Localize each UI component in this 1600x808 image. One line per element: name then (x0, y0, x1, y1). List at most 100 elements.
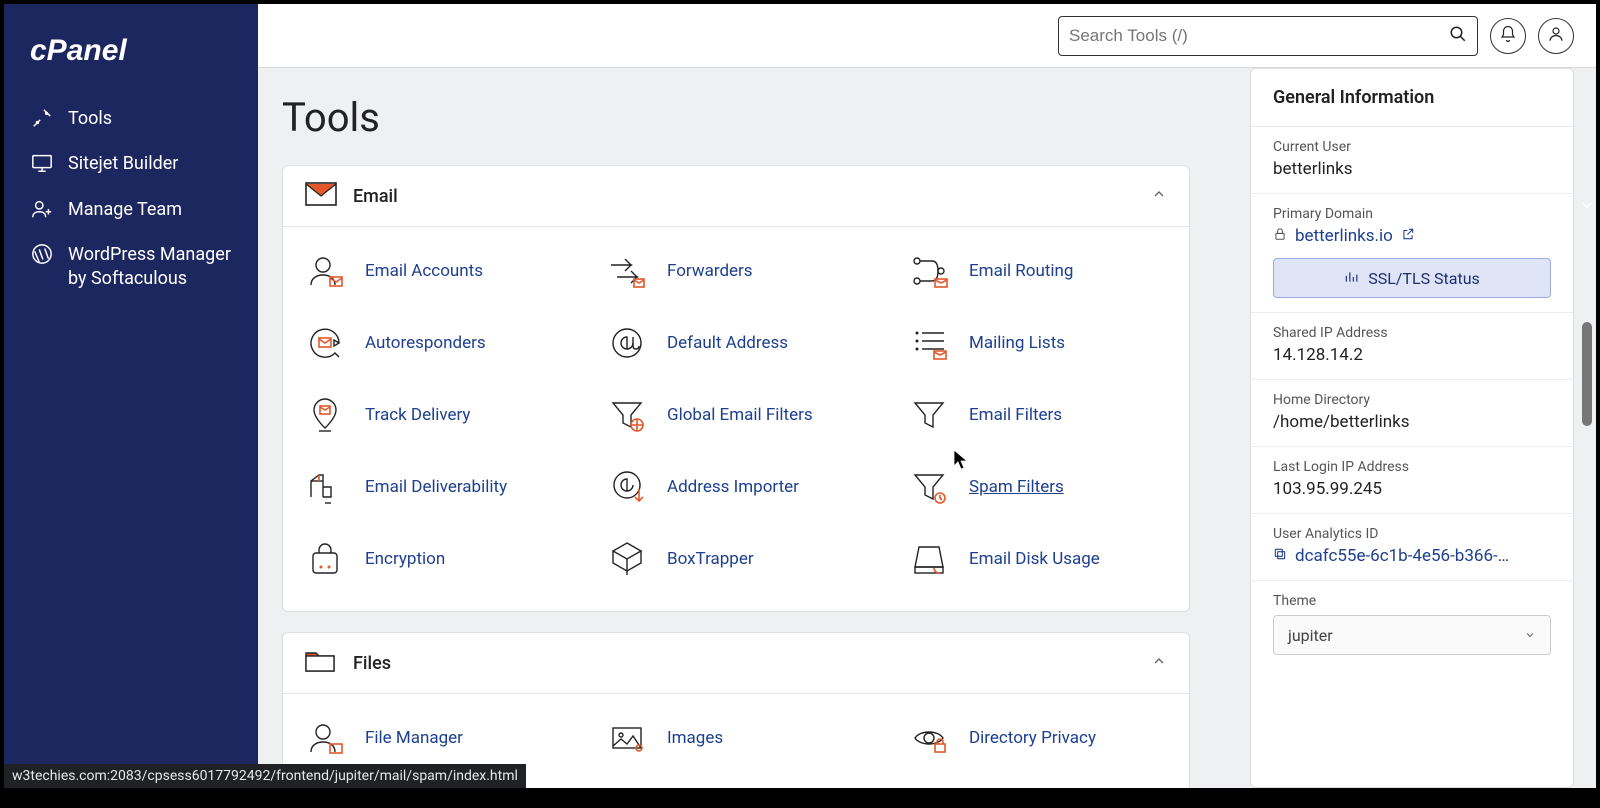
sidebar-item-label: Sitejet Builder (68, 151, 178, 176)
tool-ftp-accounts[interactable]: FTP Accounts (887, 774, 1189, 788)
current-user-label: Current User (1273, 139, 1551, 155)
tool-label: Forwarders (667, 261, 753, 281)
search-input[interactable] (1069, 26, 1441, 46)
mouse-cursor (954, 450, 968, 470)
group-header[interactable]: Files (283, 633, 1189, 694)
chevron-up-icon (1151, 186, 1167, 206)
sidebar-item-label: WordPress Manager by Softaculous (68, 242, 234, 292)
group-title: Files (353, 653, 391, 674)
wordpress-icon (30, 242, 54, 266)
encryption-icon (303, 537, 347, 581)
topbar (258, 4, 1596, 68)
tool-label: BoxTrapper (667, 549, 754, 569)
filters-icon (907, 393, 951, 437)
last-login-label: Last Login IP Address (1273, 459, 1551, 475)
theme-select[interactable]: jupiter (1273, 615, 1551, 655)
email-accounts-icon (303, 249, 347, 293)
default-address-icon (605, 321, 649, 365)
account-button[interactable] (1538, 18, 1574, 54)
boxtrapper-icon (605, 537, 649, 581)
info-heading: General Information (1251, 69, 1573, 127)
tool-label: Encryption (365, 549, 445, 569)
info-panel: General Information Current User betterl… (1250, 68, 1574, 788)
group-header[interactable]: Email (283, 166, 1189, 227)
sidebar-item-sitejet[interactable]: Sitejet Builder (4, 141, 258, 186)
tool-label: Email Filters (969, 405, 1062, 425)
page-title: Tools (282, 76, 1240, 165)
tool-global-email-filters[interactable]: Global Email Filters (585, 379, 887, 451)
routing-icon (907, 249, 951, 293)
bars-icon (1344, 269, 1358, 288)
track-delivery-icon (303, 393, 347, 437)
tool-label: Track Delivery (365, 405, 470, 425)
sidebar-item-tools[interactable]: Tools (4, 96, 258, 141)
deliverability-icon (303, 465, 347, 509)
tool-email-routing[interactable]: Email Routing (887, 235, 1189, 307)
folder-icon (305, 649, 337, 677)
last-login-value: 103.95.99.245 (1273, 479, 1551, 499)
sidebar-item-team[interactable]: Manage Team (4, 187, 258, 232)
tool-forwarders[interactable]: Forwarders (585, 235, 887, 307)
search-input-wrap[interactable] (1058, 16, 1478, 56)
tool-label: Global Email Filters (667, 405, 813, 425)
tool-email-filters[interactable]: Email Filters (887, 379, 1189, 451)
group-card-email: Email Email Accounts Forwarders Email Rout… (282, 165, 1190, 612)
tool-label: Email Deliverability (365, 477, 507, 497)
tool-spam-filters[interactable]: Spam Filters (887, 451, 1189, 523)
primary-domain-link[interactable]: betterlinks.io (1273, 226, 1415, 246)
tool-email-disk-usage[interactable]: Email Disk Usage (887, 523, 1189, 595)
tool-web-disk[interactable]: Web Disk (585, 774, 887, 788)
global-filters-icon (605, 393, 649, 437)
address-importer-icon (605, 465, 649, 509)
tool-autoresponders[interactable]: Autoresponders (283, 307, 585, 379)
content-scroll[interactable]: Tools Email Email AccountsForwardersEmai… (258, 68, 1240, 788)
chevron-down-icon (1524, 626, 1536, 645)
tool-email-accounts[interactable]: Email Accounts (283, 235, 585, 307)
home-dir-value: /home/betterlinks (1273, 412, 1551, 432)
mail-icon (305, 182, 337, 210)
tool-images[interactable]: Images (585, 702, 887, 774)
tool-directory-privacy[interactable]: Directory Privacy (887, 702, 1189, 774)
tool-label: File Manager (365, 728, 463, 748)
tool-track-delivery[interactable]: Track Delivery (283, 379, 585, 451)
chevron-up-icon (1151, 653, 1167, 673)
tool-label: Directory Privacy (969, 728, 1096, 748)
external-link-icon (1401, 226, 1415, 246)
mailing-lists-icon (907, 321, 951, 365)
disk-usage-icon (907, 537, 951, 581)
tool-default-address[interactable]: Default Address (585, 307, 887, 379)
tool-encryption[interactable]: Encryption (283, 523, 585, 595)
tool-label: Autoresponders (365, 333, 486, 353)
brand-logo: cPanel (4, 24, 258, 96)
tool-label: Images (667, 728, 723, 748)
tool-boxtrapper[interactable]: BoxTrapper (585, 523, 887, 595)
tool-label: Email Accounts (365, 261, 483, 281)
theme-label: Theme (1273, 593, 1551, 609)
search-icon (1449, 25, 1467, 47)
home-dir-label: Home Directory (1273, 392, 1551, 408)
sidebar-item-wordpress[interactable]: WordPress Manager by Softaculous (4, 232, 258, 302)
sidebar-item-label: Tools (68, 106, 112, 131)
scrollbar-thumb[interactable] (1582, 322, 1592, 426)
main-area: Tools Email Email AccountsForwardersEmai… (258, 4, 1596, 788)
group-title: Email (353, 186, 398, 207)
primary-domain-label: Primary Domain (1273, 206, 1551, 222)
tool-email-deliverability[interactable]: Email Deliverability (283, 451, 585, 523)
scrollbar[interactable] (1580, 4, 1594, 788)
monitor-icon (30, 151, 54, 175)
file-manager-icon (303, 716, 347, 760)
analytics-label: User Analytics ID (1273, 526, 1551, 542)
bell-icon (1499, 25, 1517, 47)
analytics-id[interactable]: dcafc55e-6c1b-4e56-b366-0f… (1273, 546, 1515, 566)
autoresponders-icon (303, 321, 347, 365)
notifications-button[interactable] (1490, 18, 1526, 54)
shared-ip-label: Shared IP Address (1273, 325, 1551, 341)
spam-filters-icon (907, 465, 951, 509)
tool-label: Default Address (667, 333, 788, 353)
images-icon (605, 716, 649, 760)
ssl-status-button[interactable]: SSL/TLS Status (1273, 258, 1551, 298)
tool-label: Mailing Lists (969, 333, 1065, 353)
dir-privacy-icon (907, 716, 951, 760)
tool-mailing-lists[interactable]: Mailing Lists (887, 307, 1189, 379)
tool-address-importer[interactable]: Address Importer (585, 451, 887, 523)
